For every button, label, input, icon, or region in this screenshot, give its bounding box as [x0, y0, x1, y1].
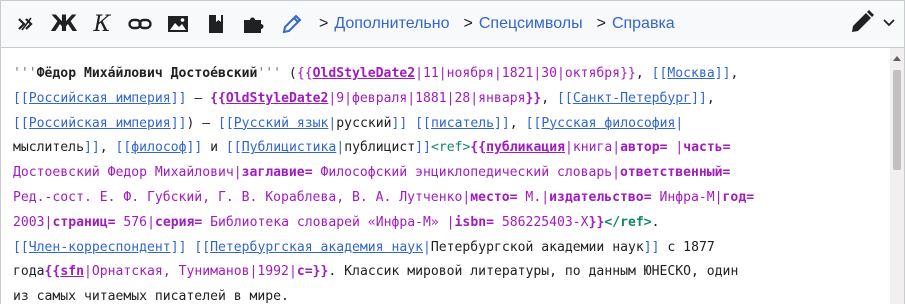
code-line: из самых читаемых писателей в мире. — [13, 289, 289, 304]
image-icon[interactable] — [161, 7, 195, 41]
italic-button[interactable]: К — [85, 7, 119, 41]
code-line: [[Российская империя]]) — [[Русский язык… — [13, 115, 684, 131]
code-line: [[Член-корреспондент]] [[Петербургская а… — [13, 239, 715, 255]
edit-mode-switch[interactable] — [848, 8, 896, 36]
chevron-right-icon: > — [596, 15, 606, 32]
pencil-icon[interactable] — [275, 7, 309, 41]
code-line: [[Российская империя]] — {{OldStyleDate2… — [13, 90, 715, 106]
scrollbar-thumb[interactable] — [893, 70, 901, 170]
tab-help-label: Справка — [611, 15, 675, 32]
tab-special-characters-label: Спецсимволы — [478, 15, 583, 32]
reference-icon[interactable] — [199, 7, 233, 41]
tab-advanced[interactable]: > Дополнительно — [319, 7, 450, 41]
quote-icon[interactable] — [9, 7, 43, 41]
bold-button[interactable]: Ж — [47, 7, 81, 41]
code-line: мыслитель]], [[философ]] и [[Публицистик… — [13, 140, 731, 156]
link-icon[interactable] — [123, 7, 157, 41]
editor-toolbar: Ж К > Дополнительно > Спецсимволы > Спра… — [0, 0, 905, 48]
tab-advanced-label: Дополнительно — [334, 15, 450, 32]
chevron-right-icon: > — [463, 15, 473, 32]
chevron-down-icon — [883, 19, 895, 27]
code-line: '''Фёдор Миха́йлович Достое́вский''' ({{… — [13, 66, 739, 81]
chevron-right-icon: > — [319, 15, 329, 32]
wikitext-content[interactable]: '''Фёдор Миха́йлович Достое́вский''' ({{… — [13, 62, 883, 304]
code-line: Ред.-сост. Е. Ф. Губский, Г. В. Кораблев… — [13, 189, 755, 205]
wikitext-editor[interactable]: '''Фёдор Миха́йлович Достое́вский''' ({{… — [0, 48, 905, 304]
code-line: года{{sfn|Орнатская, Туниманов|1992|c=}}… — [13, 264, 739, 280]
scroll-up-arrow-icon[interactable] — [893, 56, 901, 61]
tab-help[interactable]: > Справка — [597, 7, 675, 41]
edit-pencil-icon — [852, 10, 874, 32]
code-line: Достоевский Федор Михайлович|заглавие= Ф… — [13, 165, 731, 181]
editor-scrollbar[interactable] — [890, 48, 904, 304]
tab-special-characters[interactable]: > Спецсимволы — [464, 7, 583, 41]
puzzle-icon[interactable] — [237, 7, 271, 41]
code-line: 2003|страниц= 576|серия= Библиотека слов… — [13, 214, 660, 230]
